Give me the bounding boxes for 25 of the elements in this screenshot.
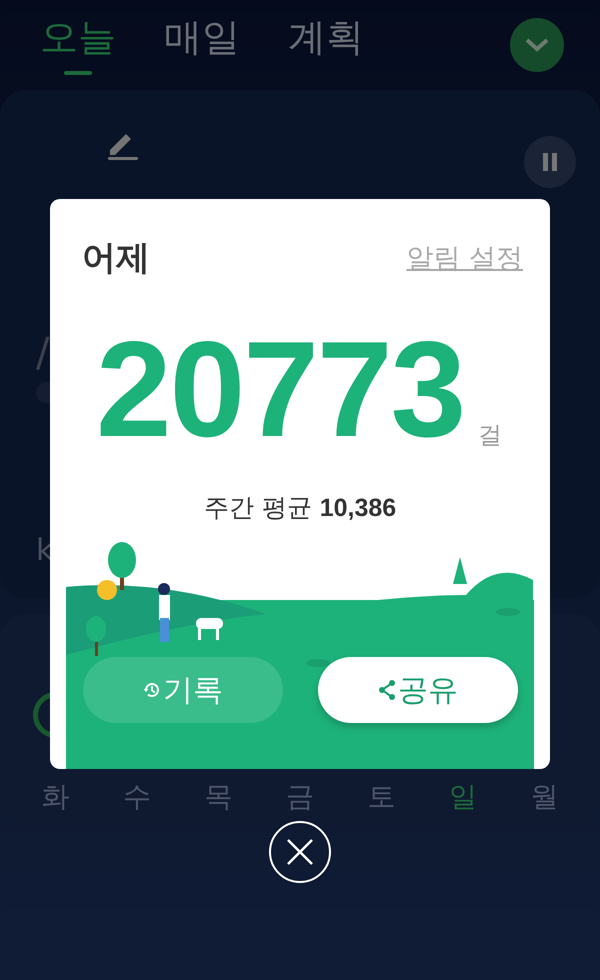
share-button[interactable]: 공유 <box>318 657 518 723</box>
alarm-settings-link[interactable]: 알림 설정 <box>406 240 523 276</box>
step-total: 20773 <box>96 321 464 457</box>
share-icon <box>378 680 396 700</box>
tab[interactable]: 오늘 <box>40 13 116 77</box>
dialog-title: 어제 <box>82 237 150 280</box>
close-button[interactable] <box>269 821 331 883</box>
weekday-label[interactable]: 월 <box>504 778 585 816</box>
tab[interactable]: 계획 <box>288 13 364 77</box>
goal-separator: / <box>36 330 50 376</box>
pause-icon <box>542 153 558 171</box>
chevron-icon <box>525 38 549 52</box>
dropdown-button[interactable] <box>510 18 564 72</box>
history-button[interactable]: 기록 <box>83 657 283 723</box>
weekday-label[interactable]: 목 <box>178 778 260 816</box>
weekday-label[interactable]: 화 <box>15 778 96 816</box>
weekday-label[interactable]: 수 <box>96 778 178 816</box>
tab[interactable]: 매일 <box>164 13 240 77</box>
weekday-label[interactable]: 토 <box>340 778 422 816</box>
step-unit: 걸 <box>478 420 502 451</box>
weekly-average: 주간 평균 10,386 <box>202 492 398 524</box>
weekday-label[interactable]: 금 <box>259 778 341 816</box>
weekday-label[interactable]: 일 <box>422 778 504 816</box>
close-icon <box>286 838 314 866</box>
history-icon <box>143 681 161 699</box>
